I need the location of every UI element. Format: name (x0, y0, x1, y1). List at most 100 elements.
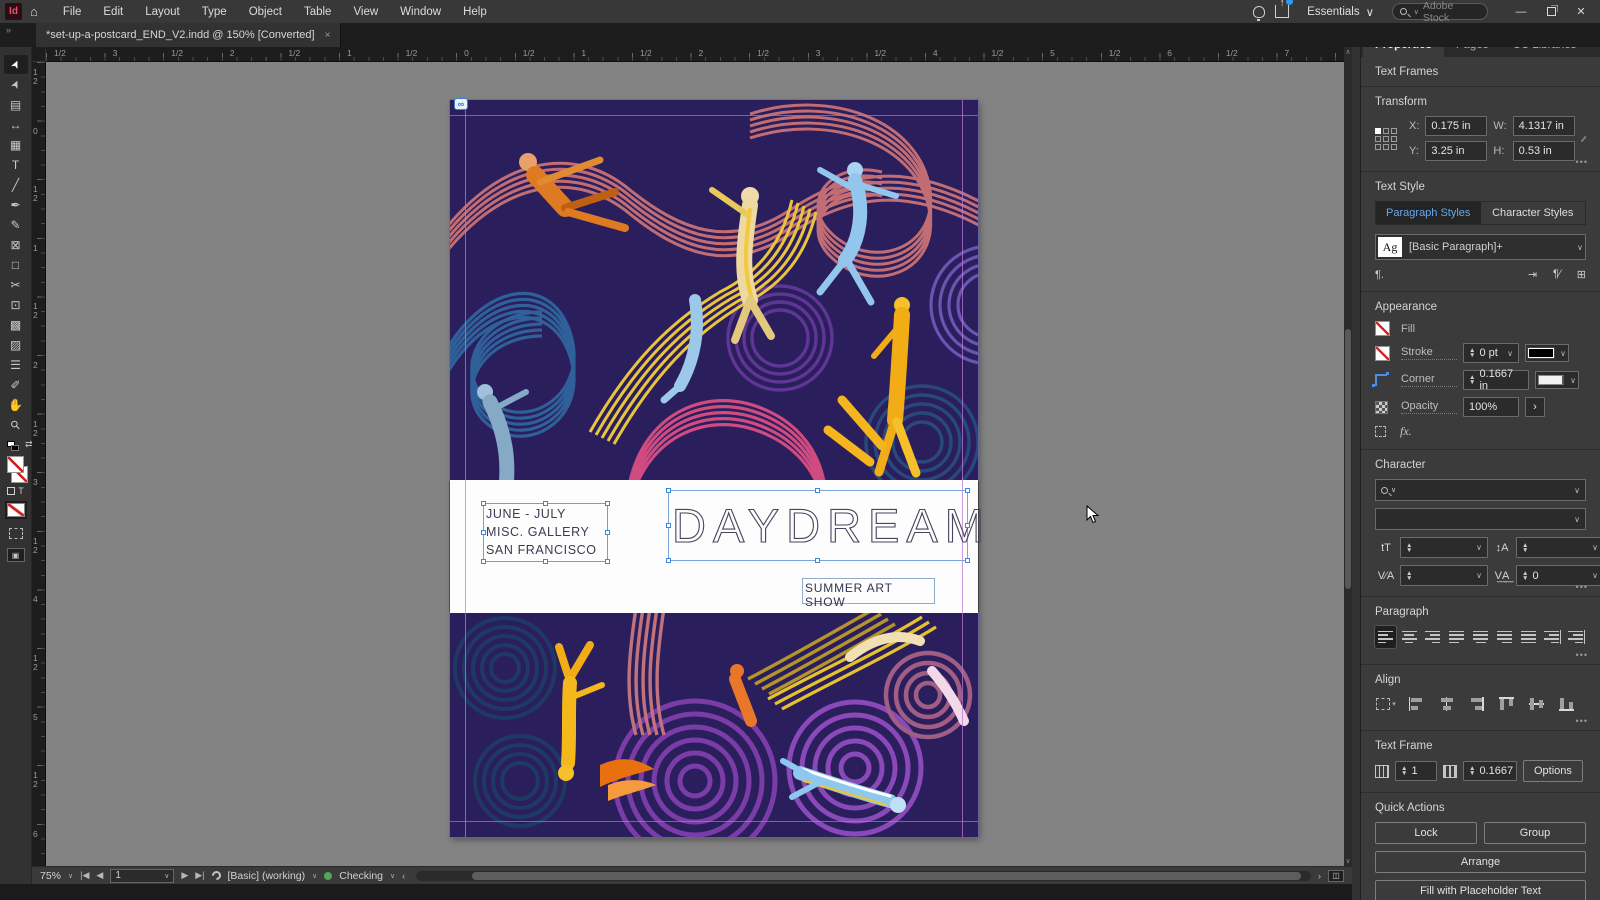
opacity-expand-icon[interactable]: › (1525, 397, 1545, 417)
align-towards-spine-button[interactable] (1541, 626, 1562, 648)
align-top-edges-button[interactable] (1495, 694, 1517, 714)
menu-item[interactable]: Edit (92, 2, 134, 22)
x-field[interactable]: 0.175 in (1425, 116, 1488, 136)
preflight-icon[interactable] (209, 869, 223, 882)
corner-label[interactable]: Corner (1401, 373, 1457, 387)
corner-size-field[interactable]: ▲ ▼ 0.1667 in (1463, 368, 1529, 392)
scissors-tool[interactable]: ✂ (4, 275, 28, 294)
hscroll-thumb[interactable] (472, 871, 1301, 880)
corner-style-dropdown[interactable]: ∨ (1535, 371, 1579, 389)
pencil-tool[interactable]: ✎ (4, 215, 28, 234)
ruler-origin[interactable] (32, 47, 46, 62)
align-to-dropdown[interactable]: ▾ (1375, 694, 1397, 714)
vertical-scrollbar[interactable]: ∧ ∨ (1344, 47, 1352, 866)
pen-tool[interactable]: ✒ (4, 195, 28, 214)
w-field[interactable]: 4.1317 in (1512, 116, 1575, 136)
paragraph-style-dropdown[interactable]: Ag [Basic Paragraph]+ ∨ (1375, 234, 1586, 260)
text-frame-subtitle[interactable]: SUMMER ART SHOW (802, 578, 935, 609)
object-style-icon[interactable] (1375, 426, 1386, 437)
justify-all-button[interactable] (1518, 626, 1539, 648)
scroll-down-icon[interactable]: ∨ (1345, 857, 1350, 865)
menu-item[interactable]: File (52, 2, 93, 22)
content-collector-tool[interactable]: ▦ (4, 135, 28, 154)
leading-field[interactable]: ▲ ▼ ∨ (1516, 537, 1600, 558)
panel-expand-icon[interactable]: » (0, 23, 36, 47)
new-style-icon[interactable]: ⊞ (1577, 268, 1586, 281)
group-button[interactable]: Group (1484, 822, 1586, 844)
eyedropper-tool[interactable]: ✐ (4, 375, 28, 394)
selection-tool[interactable]: ➤ (3, 55, 28, 74)
font-size-field[interactable]: ▲ ▼ ∨ (1400, 537, 1488, 558)
zoom-level[interactable]: 75% (40, 870, 61, 882)
hand-tool[interactable]: ✋ (4, 395, 28, 414)
scroll-right-icon[interactable]: › (1318, 871, 1321, 881)
gradient-feather-tool[interactable]: ▨ (4, 335, 28, 354)
align-more-icon[interactable]: ••• (1576, 716, 1588, 726)
constrain-proportions-icon[interactable] (1580, 130, 1586, 148)
free-transform-tool[interactable]: ⊡ (4, 295, 28, 314)
scroll-left-icon[interactable]: ‹ (402, 871, 405, 881)
align-left-button[interactable] (1374, 625, 1397, 649)
opacity-field[interactable]: 100% (1463, 397, 1519, 417)
cc-link-badge-icon[interactable]: ∞ (454, 98, 468, 110)
swap-fill-stroke-icon[interactable]: ⇄ (25, 439, 33, 450)
tab-character-styles[interactable]: Character Styles (1480, 202, 1585, 224)
chevron-down-icon[interactable]: ∨ (1572, 243, 1583, 252)
character-more-icon[interactable]: ••• (1576, 582, 1588, 592)
next-page-button[interactable]: ▶ (181, 870, 188, 881)
apply-none-button[interactable] (4, 501, 27, 519)
justify-center-button[interactable] (1470, 626, 1491, 648)
page-tool[interactable]: ▤ (4, 95, 28, 114)
kerning-field[interactable]: ▲ ▼ ∨ (1400, 565, 1488, 586)
learn-bulb-icon[interactable] (1253, 5, 1266, 21)
view-mode-icon[interactable] (8, 528, 23, 539)
restore-button[interactable] (1538, 2, 1564, 21)
redefine-style-icon[interactable]: ⇥ (1528, 268, 1537, 281)
lock-button[interactable]: Lock (1375, 822, 1477, 844)
style-override-icon[interactable]: ¶⁄ (1553, 268, 1561, 281)
stock-search-input[interactable]: ∨ Adobe Stock (1392, 0, 1488, 24)
horizontal-scrollbar[interactable] (416, 870, 1311, 881)
text-frame-options-button[interactable]: Options (1523, 760, 1583, 782)
minimize-button[interactable]: — (1508, 2, 1534, 21)
align-center-button[interactable] (1399, 626, 1420, 648)
note-tool[interactable]: ☰ (4, 355, 28, 374)
spread-view-icon[interactable]: ◫ (1328, 869, 1344, 882)
align-left-edges-button[interactable] (1405, 694, 1427, 714)
close-tab-icon[interactable]: × (325, 30, 331, 41)
align-bottom-edges-button[interactable] (1555, 694, 1577, 714)
document-tab[interactable]: *set-up-a-postcard_END_V2.indd @ 150% [C… (36, 23, 342, 47)
y-field[interactable]: 3.25 in (1425, 141, 1488, 161)
frame-tool[interactable]: ⊠ (4, 235, 28, 254)
status-chevron-icon[interactable]: ∨ (390, 872, 395, 880)
fill-placeholder-button[interactable]: Fill with Placeholder Text (1375, 880, 1586, 900)
preflight-status[interactable]: Checking (339, 870, 383, 882)
vertical-ruler[interactable]: 1 2 0 1 2 1 1 2 2 1 2 3 1 2 4 1 2 5 1 2 6 (32, 62, 46, 866)
justify-right-button[interactable] (1494, 626, 1515, 648)
tab-paragraph-styles[interactable]: Paragraph Styles (1376, 202, 1481, 224)
gap-tool[interactable]: ↔ (4, 115, 28, 134)
scroll-up-icon[interactable]: ∧ (1345, 48, 1350, 56)
formatting-container-icon[interactable] (7, 487, 16, 495)
fill-swatch-icon[interactable] (1375, 321, 1390, 336)
menu-item[interactable]: Layout (134, 2, 191, 22)
first-page-button[interactable]: |◀ (80, 870, 89, 881)
reference-point-grid[interactable] (1375, 127, 1397, 150)
last-page-button[interactable]: ▶| (195, 870, 204, 881)
menu-item[interactable]: Table (293, 2, 343, 22)
stroke-label[interactable]: Stroke (1401, 346, 1457, 360)
h-field[interactable]: 0.53 in (1512, 141, 1575, 161)
stroke-weight-field[interactable]: ▲ ▼ 0 pt ∨ (1463, 343, 1519, 363)
preset-chevron-icon[interactable]: ∨ (312, 872, 317, 880)
zoom-chevron-icon[interactable]: ∨ (68, 872, 73, 880)
align-right-edges-button[interactable] (1465, 694, 1487, 714)
previous-page-button[interactable]: ◀ (96, 870, 103, 881)
arrange-button[interactable]: Arrange (1375, 851, 1586, 873)
pilcrow-icon[interactable]: ¶. (1375, 269, 1384, 281)
rectangle-tool[interactable]: □ (4, 255, 28, 274)
screen-mode-icon[interactable]: ▣ (6, 548, 25, 562)
line-tool[interactable]: ╱ (4, 175, 28, 194)
vscroll-thumb[interactable] (1345, 328, 1351, 589)
align-right-button[interactable] (1423, 626, 1444, 648)
columns-field[interactable]: ▲ ▼ 1 (1395, 761, 1437, 781)
